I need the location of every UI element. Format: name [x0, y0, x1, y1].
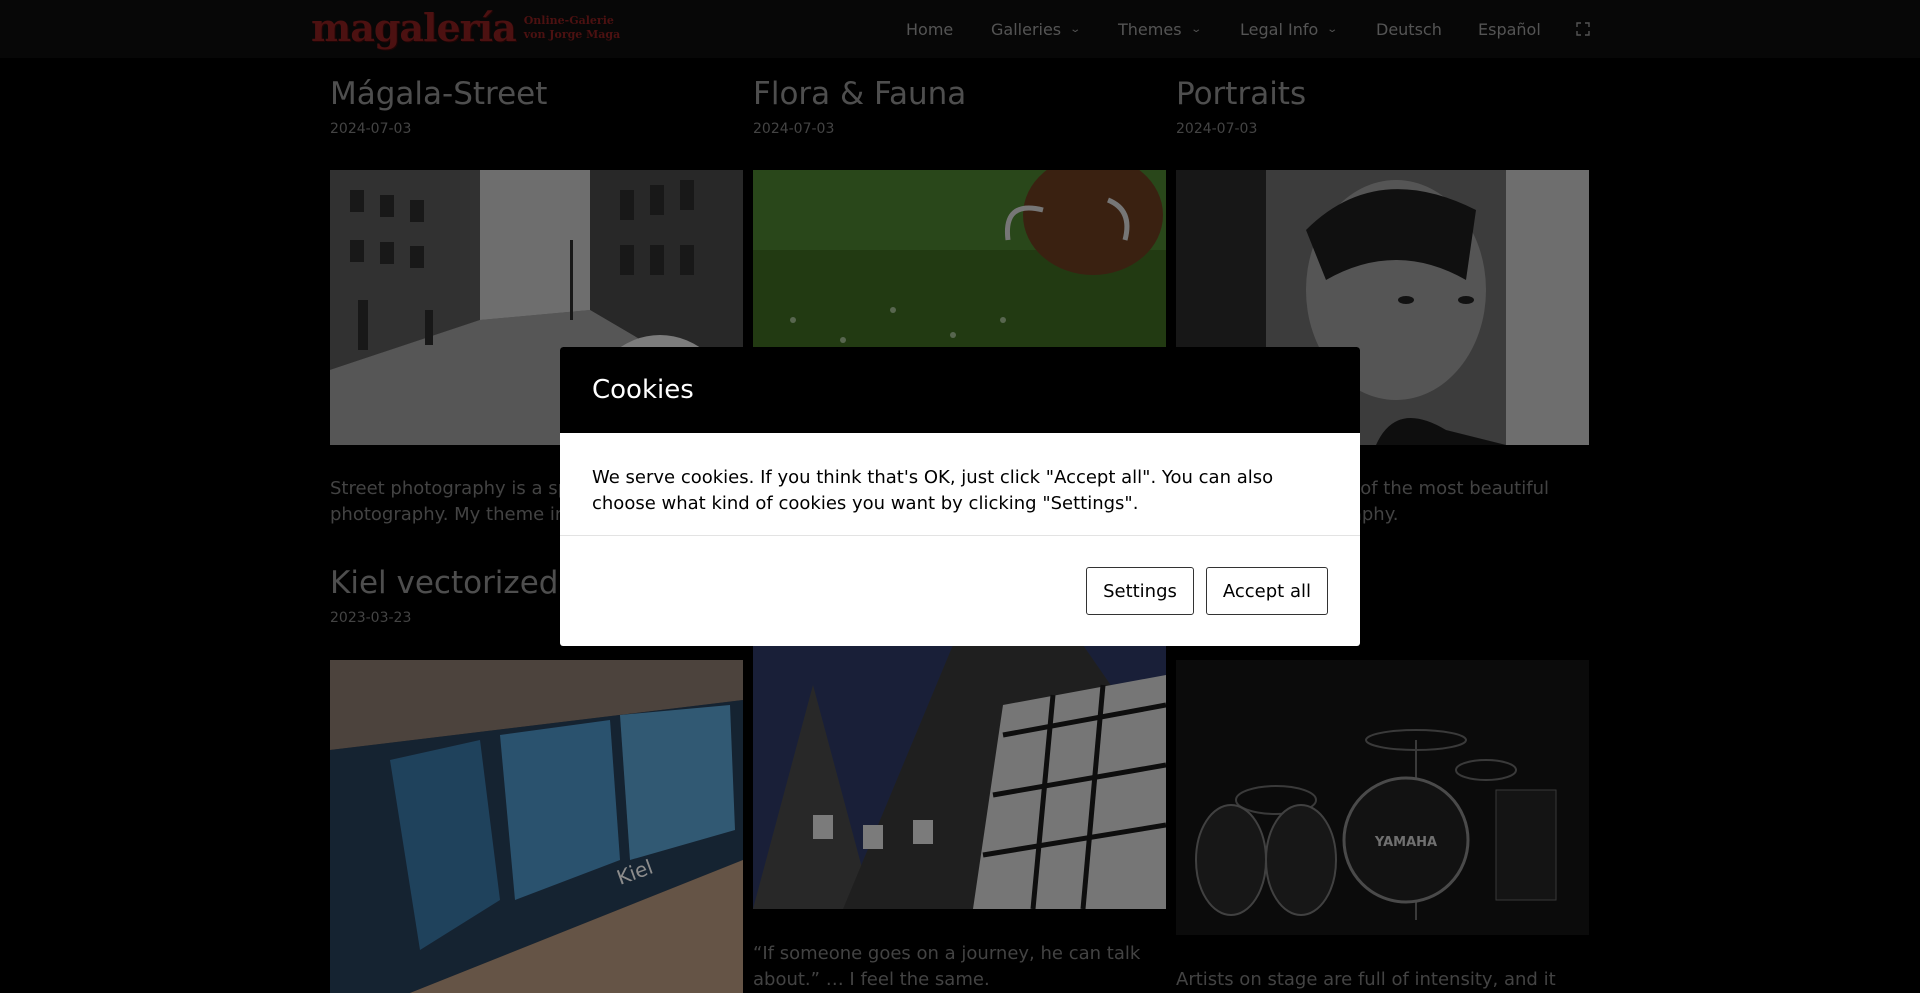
settings-button[interactable]: Settings [1086, 567, 1194, 615]
cookie-dialog: Cookies We serve cookies. If you think t… [560, 347, 1360, 646]
accept-all-button[interactable]: Accept all [1205, 567, 1328, 615]
cookie-dialog-header: Cookies [560, 347, 1360, 433]
cookie-dialog-body: We serve cookies. If you think that's OK… [592, 467, 1274, 514]
cookie-dialog-title: Cookies [592, 375, 694, 405]
cookie-dialog-footer: Settings Accept all [560, 535, 1360, 646]
